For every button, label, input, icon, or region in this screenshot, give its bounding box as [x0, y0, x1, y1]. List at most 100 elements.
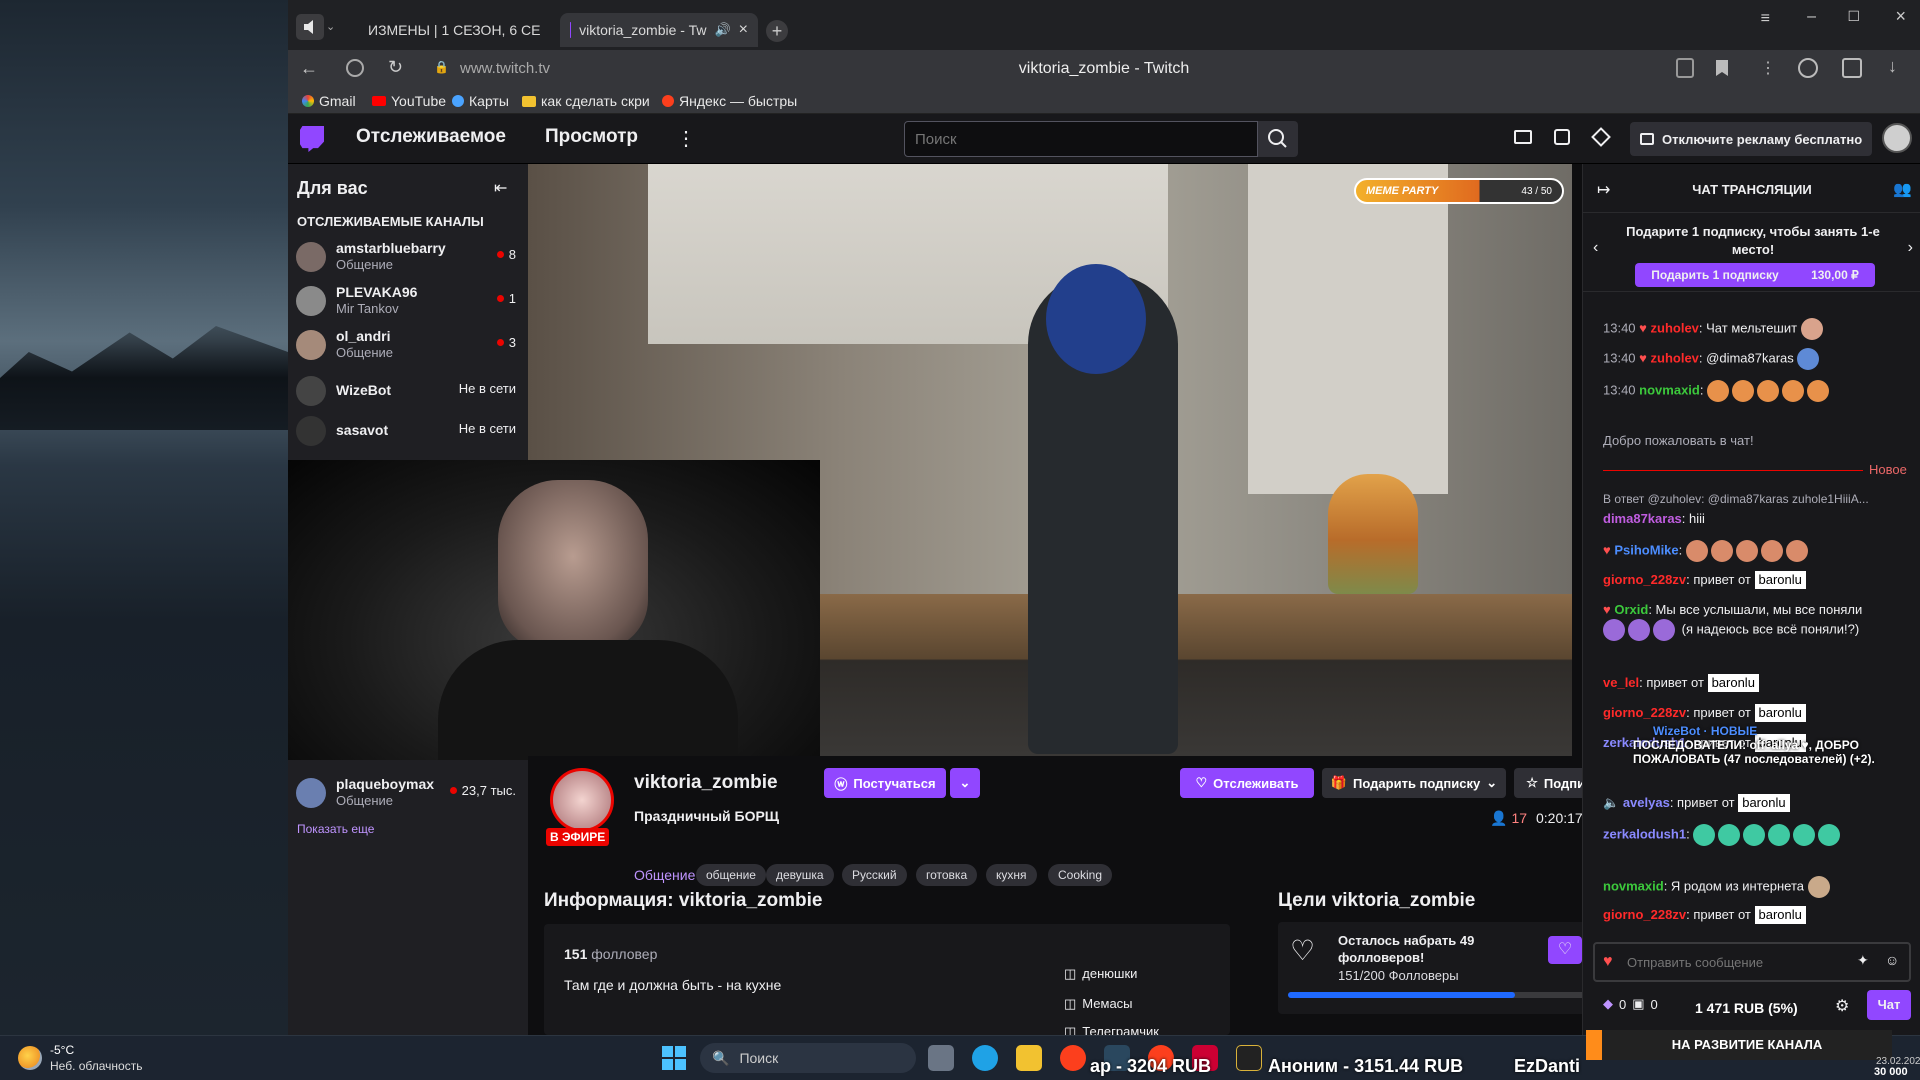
window-close-button[interactable]: ×: [1895, 6, 1906, 27]
msg-user[interactable]: novmaxid: [1639, 382, 1700, 397]
msg-user[interactable]: zuholev: [1651, 350, 1699, 365]
ad-free-button[interactable]: Отключите рекламу бесплатно: [1630, 122, 1873, 156]
explorer-icon[interactable]: [1016, 1045, 1042, 1071]
search-button[interactable]: [1258, 121, 1298, 157]
avatar[interactable]: [1882, 123, 1912, 153]
tab-audio-icon[interactable]: [296, 14, 324, 40]
prime-icon[interactable]: [1591, 127, 1611, 147]
settings-icon[interactable]: ⚙: [1835, 996, 1849, 1016]
category-link[interactable]: Общение: [634, 867, 695, 883]
yandex-shield-icon[interactable]: [346, 59, 364, 77]
back-icon[interactable]: ←: [300, 58, 318, 79]
new-label: Новое: [1869, 462, 1907, 477]
edge-icon[interactable]: [972, 1045, 998, 1071]
msg-user[interactable]: giorno_228zv: [1603, 907, 1686, 922]
alerts-icon[interactable]: [1236, 1045, 1262, 1071]
followers: 151 фолловер: [564, 946, 657, 962]
sidebar-item-ol-andri[interactable]: ol_andri Общение 3: [296, 326, 520, 364]
msg-user[interactable]: PsihoMike: [1614, 542, 1678, 557]
tab-list-icon[interactable]: ⌄: [326, 14, 346, 40]
more-icon[interactable]: ⋮: [1760, 58, 1776, 78]
channel-points[interactable]: ◆ 0 ▣ 0: [1603, 996, 1658, 1012]
collapse-icon[interactable]: ⇤: [494, 178, 507, 198]
download-icon[interactable]: ↓: [1888, 56, 1897, 77]
streamer-avatar[interactable]: [550, 768, 614, 832]
emote-picker-icon[interactable]: ☺: [1885, 952, 1899, 968]
start-icon[interactable]: [662, 1046, 686, 1070]
show-more-link[interactable]: Показать еще: [297, 822, 374, 836]
chat-input[interactable]: [1627, 950, 1847, 974]
sidebar-item-wizebot[interactable]: WizeBot Не в сети: [296, 372, 520, 410]
tag[interactable]: девушка: [766, 864, 834, 886]
tag[interactable]: Cooking: [1048, 864, 1113, 886]
bits-icon[interactable]: ✦: [1857, 952, 1869, 969]
search-input[interactable]: [904, 121, 1258, 157]
next-arrow-icon[interactable]: ›: [1908, 239, 1913, 257]
link-memes[interactable]: ◫ Мемасы: [1064, 996, 1133, 1012]
msg-user[interactable]: novmaxid: [1603, 878, 1664, 893]
link-telegram[interactable]: ◫ Телеграмчик: [1064, 1024, 1159, 1035]
bookmark-label: Gmail: [319, 93, 356, 109]
msg-user[interactable]: zuholev: [1651, 320, 1699, 335]
url-text[interactable]: www.twitch.tv: [460, 60, 550, 77]
users-icon[interactable]: 👥: [1893, 180, 1912, 198]
msg-user[interactable]: Orxid: [1614, 602, 1648, 617]
nav-following[interactable]: Отслеживаемое: [356, 126, 506, 148]
knock-button[interactable]: ⓦ Постучаться: [824, 768, 946, 798]
chat-send-button[interactable]: Чат: [1867, 990, 1911, 1020]
new-tab-button[interactable]: +: [766, 20, 788, 42]
tag[interactable]: кухня: [986, 864, 1037, 886]
follow-button[interactable]: ♡ Отслеживать: [1180, 768, 1314, 798]
tabs-counter-icon[interactable]: [1676, 58, 1694, 78]
minimize-button[interactable]: –: [1807, 8, 1816, 26]
reload-icon[interactable]: ↻: [388, 57, 403, 78]
tab-twitch[interactable]: viktoria_zombie - Tw 🔊 ×: [560, 13, 758, 47]
bookmark-icon[interactable]: [1716, 60, 1728, 76]
gift-sub-button[interactable]: 🎁 Подарить подписку ⌄: [1322, 768, 1506, 798]
inbox-icon[interactable]: [1514, 130, 1532, 144]
weather-icon[interactable]: [18, 1046, 42, 1070]
channel-name[interactable]: viktoria_zombie: [634, 772, 778, 794]
msg-user[interactable]: zerkalodush1: [1603, 826, 1686, 841]
collections-icon[interactable]: [1842, 58, 1862, 78]
sidebar-item-plevaka96[interactable]: PLEVAKA96 Mir Tankov 1: [296, 282, 520, 320]
tag[interactable]: готовка: [916, 864, 978, 886]
alert-text: ПОСЛЕДОВАТЕЛИ: off_allya ♥, ДОБРО ПОЖАЛО…: [1633, 738, 1875, 766]
bookmark-youtube[interactable]: YouTube: [372, 93, 446, 109]
msg-user[interactable]: dima87karas: [1603, 511, 1682, 526]
maximize-button[interactable]: ☐: [1847, 8, 1860, 25]
goals-title: Цели viktoria_zombie: [1278, 890, 1476, 911]
link-money[interactable]: ◫ денюшки: [1064, 966, 1137, 982]
tag[interactable]: общение: [696, 864, 766, 886]
viewer-count: 👤 17: [1490, 810, 1527, 827]
task-view-icon[interactable]: [928, 1045, 954, 1071]
msg-user[interactable]: giorno_228zv: [1603, 705, 1686, 720]
sidebar-item-sasavot[interactable]: sasavot Не в сети: [296, 412, 520, 450]
close-icon[interactable]: ×: [739, 21, 748, 39]
prev-arrow-icon[interactable]: ‹: [1593, 239, 1598, 257]
bookmark-maps[interactable]: Карты: [452, 93, 509, 109]
msg-text: : @dima87karas: [1698, 350, 1794, 366]
msg-user[interactable]: avelyas: [1623, 795, 1670, 810]
bookmark-yandex[interactable]: Яндекс — быстры: [662, 93, 797, 109]
whispers-icon[interactable]: [1554, 129, 1570, 145]
msg-user[interactable]: giorno_228zv: [1603, 572, 1686, 587]
more-icon[interactable]: ⋮: [676, 126, 696, 151]
sidebar-item-amstarbluebarry[interactable]: amstarbluebarry Общение 8: [296, 238, 520, 276]
bookmark-gmail[interactable]: Gmail: [302, 93, 356, 109]
twitch-logo-icon[interactable]: [300, 126, 324, 152]
gift-promo-button[interactable]: Подарить 1 подписку 130,00 ₽: [1635, 263, 1875, 287]
sidebar-item-plaqueboymax[interactable]: plaqueboymax Общение 23,7 тыс.: [296, 774, 520, 812]
msg-user[interactable]: ve_lel: [1603, 675, 1639, 690]
menu-icon[interactable]: ≡: [1761, 10, 1770, 28]
tag[interactable]: Русский: [842, 864, 907, 886]
tab-youtube[interactable]: ИЗМЕНЫ | 1 СЕЗОН, 6 СЕ: [350, 13, 550, 47]
knock-dropdown-button[interactable]: ⌄: [950, 768, 980, 798]
nav-browse[interactable]: Просмотр: [545, 126, 638, 148]
media-icon[interactable]: [1798, 58, 1818, 78]
reply-context: В ответ @zuholev: @dima87karas zuhole1Hi…: [1603, 492, 1869, 506]
taskbar-search[interactable]: 🔍 Поиск: [700, 1043, 916, 1073]
follow-goal-button[interactable]: ♡: [1548, 936, 1582, 964]
yandex-browser-icon[interactable]: [1060, 1045, 1086, 1071]
bookmark-screenshot[interactable]: как сделать скри: [522, 93, 650, 109]
